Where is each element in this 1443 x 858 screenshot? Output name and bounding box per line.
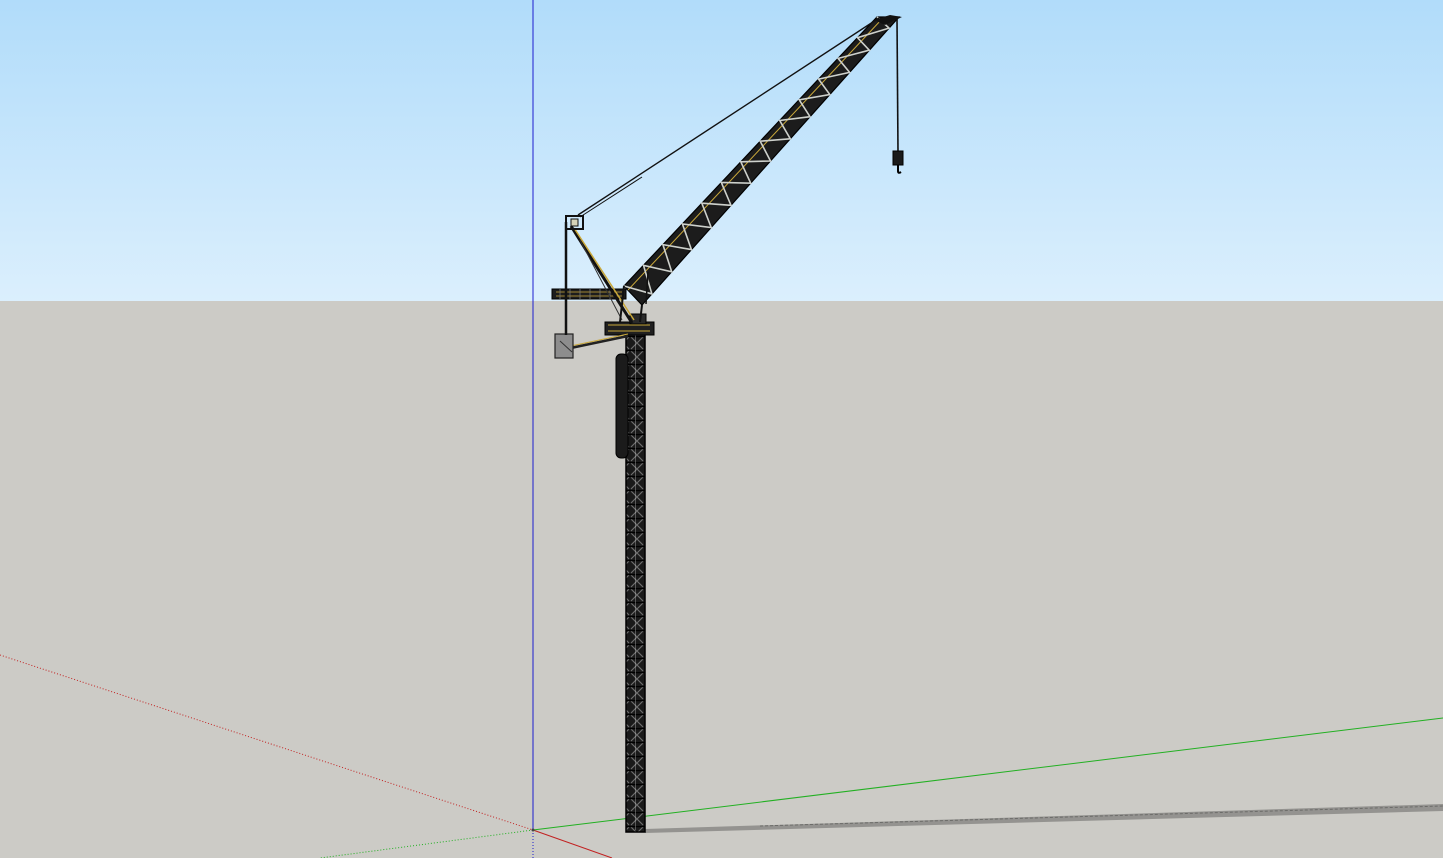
- red-axis-solid: [532, 829, 613, 858]
- tower-crane-model[interactable]: [551, 15, 904, 833]
- crane-shadow: [645, 804, 1443, 833]
- green-axis-dotted: [319, 829, 534, 858]
- counterweight-strut[interactable]: [565, 334, 629, 351]
- axis-group: [0, 0, 1443, 858]
- hook-icon: [897, 165, 902, 174]
- model-viewport[interactable]: [0, 0, 1443, 858]
- counterweight[interactable]: [554, 333, 574, 359]
- hook-block[interactable]: [892, 150, 904, 166]
- red-axis-dotted: [0, 654, 534, 831]
- climbing-frame[interactable]: [615, 353, 629, 459]
- hoist-rope[interactable]: [896, 18, 899, 153]
- scene-canvas[interactable]: [0, 0, 1443, 858]
- axis-origin-icon: [531, 828, 535, 832]
